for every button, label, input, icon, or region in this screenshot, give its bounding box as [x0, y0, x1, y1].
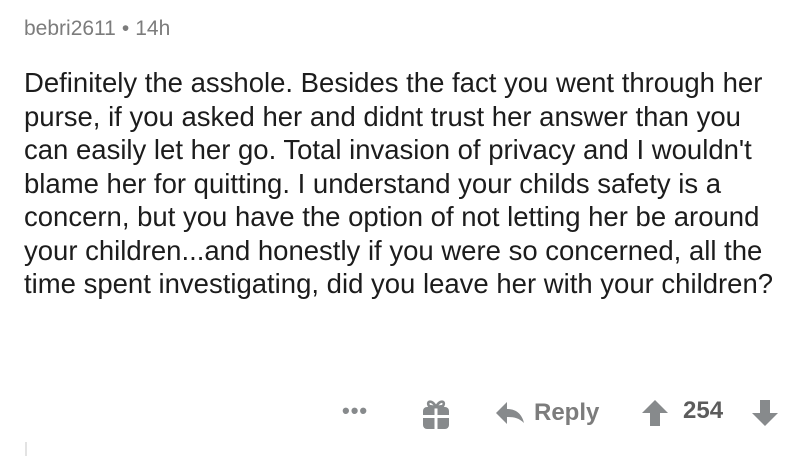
downvote-icon[interactable]: [750, 398, 780, 428]
author-username[interactable]: bebri2611: [24, 17, 116, 40]
comment-body: Definitely the asshole. Besides the fact…: [24, 67, 774, 299]
comment: bebri2611 • 14h Definitely the asshole. Be…: [24, 14, 784, 301]
more-options-button[interactable]: •••: [342, 398, 368, 424]
upvote-icon[interactable]: [640, 398, 670, 428]
meta-separator: •: [121, 17, 130, 40]
gift-icon[interactable]: [418, 396, 454, 432]
comment-age: 14h: [135, 17, 171, 40]
reply-arrow-icon: [496, 402, 524, 424]
comment-meta: bebri2611 • 14h: [24, 14, 784, 44]
vote-score: 254: [683, 397, 724, 424]
reply-label: Reply: [534, 399, 600, 426]
thread-line[interactable]: [25, 442, 27, 456]
comment-actions: ••• Reply 254: [0, 392, 800, 432]
reply-button[interactable]: Reply: [494, 395, 599, 431]
